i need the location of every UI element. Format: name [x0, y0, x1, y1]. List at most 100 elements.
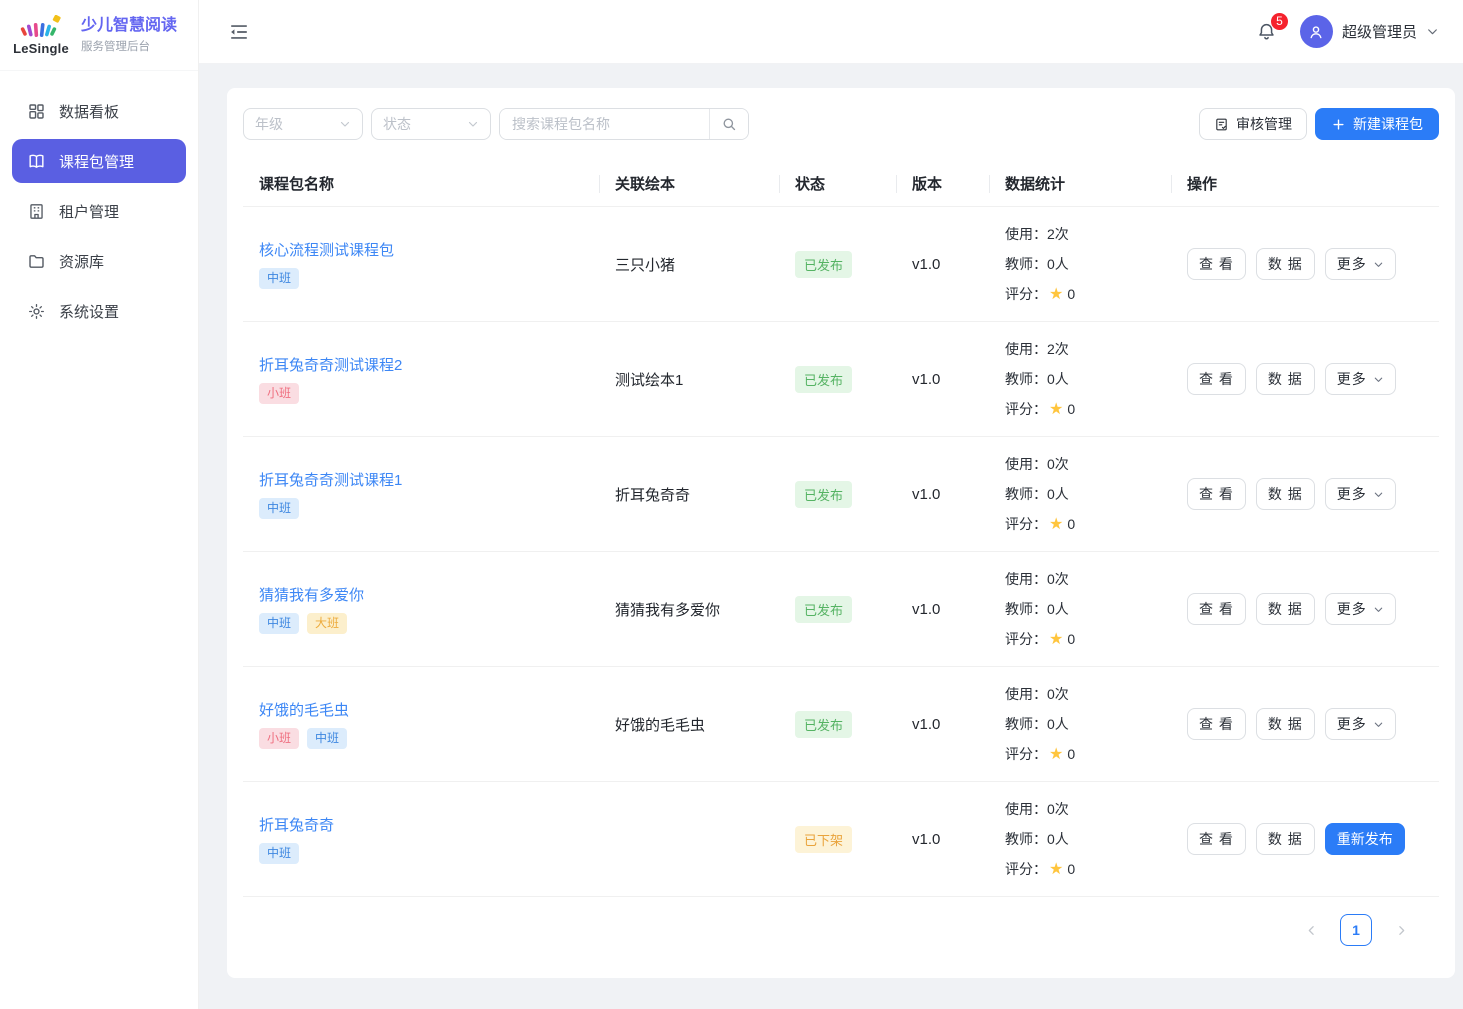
- more-button[interactable]: 更多: [1325, 363, 1396, 395]
- course-package-card: 年级 状态: [227, 88, 1455, 978]
- cell-course-name: 折耳兔奇奇测试课程2 小班: [243, 354, 599, 403]
- more-button[interactable]: 更多: [1325, 248, 1396, 280]
- course-name-link[interactable]: 核心流程测试课程包: [259, 239, 394, 260]
- sidebar-item-book[interactable]: 课程包管理: [12, 139, 186, 183]
- cell-status: 已发布: [779, 711, 896, 738]
- rating-stat: 评分：★0: [1005, 279, 1171, 310]
- view-button[interactable]: 查 看: [1187, 478, 1246, 510]
- chevron-down-icon: [339, 118, 351, 130]
- sidebar: LeSingle 少儿智慧阅读 服务管理后台 数据看板 课程包管理 租户管理 资…: [0, 0, 199, 1009]
- teachers-stat: 教师：0人: [1005, 249, 1171, 279]
- data-button[interactable]: 数 据: [1256, 593, 1315, 625]
- cell-actions: 查 看 数 据 更多: [1171, 478, 1439, 510]
- cell-status: 已下架: [779, 826, 896, 853]
- user-menu[interactable]: 超级管理员: [1300, 15, 1439, 48]
- search-input[interactable]: [500, 109, 709, 139]
- cell-stats: 使用：0次 教师：0人 评分：★0: [989, 679, 1171, 770]
- cell-stats: 使用：0次 教师：0人 评分：★0: [989, 449, 1171, 540]
- search-button[interactable]: [709, 109, 748, 139]
- plus-icon: [1331, 117, 1346, 132]
- sidebar-item-gear[interactable]: 系统设置: [12, 289, 186, 333]
- more-button[interactable]: 更多: [1325, 708, 1396, 740]
- brand-text: 少儿智慧阅读 服务管理后台: [81, 16, 177, 54]
- brand: LeSingle 少儿智慧阅读 服务管理后台: [0, 0, 198, 71]
- status-badge: 已发布: [795, 711, 852, 738]
- table-body: 核心流程测试课程包 中班 三只小猪 已发布 v1.0 使用：2次 教师：0人 评…: [243, 207, 1439, 897]
- col-header-stats: 数据统计: [989, 173, 1171, 194]
- header-right: 5 超级管理员: [1254, 15, 1439, 48]
- cell-stats: 使用：2次 教师：0人 评分：★0: [989, 219, 1171, 310]
- teachers-stat: 教师：0人: [1005, 824, 1171, 854]
- cell-related-book: 好饿的毛毛虫: [599, 714, 779, 735]
- cell-related-book: 折耳兔奇奇: [599, 484, 779, 505]
- notification-bell-icon[interactable]: 5: [1254, 19, 1280, 45]
- col-header-status: 状态: [779, 173, 896, 194]
- data-button[interactable]: 数 据: [1256, 823, 1315, 855]
- cell-status: 已发布: [779, 481, 896, 508]
- table-row: 折耳兔奇奇测试课程2 小班 测试绘本1 已发布 v1.0 使用：2次 教师：0人…: [243, 322, 1439, 437]
- course-name-link[interactable]: 折耳兔奇奇测试课程2: [259, 354, 402, 375]
- data-button[interactable]: 数 据: [1256, 708, 1315, 740]
- rating-stat: 评分：★0: [1005, 394, 1171, 425]
- gear-icon: [26, 301, 46, 321]
- sidebar-menu: 数据看板 课程包管理 租户管理 资源库 系统设置: [0, 71, 198, 333]
- data-button[interactable]: 数 据: [1256, 363, 1315, 395]
- view-button[interactable]: 查 看: [1187, 363, 1246, 395]
- usage-stat: 使用：2次: [1005, 334, 1171, 364]
- star-icon: ★: [1049, 401, 1063, 418]
- cell-course-name: 猜猜我有多爱你 中班大班: [243, 584, 599, 633]
- data-button[interactable]: 数 据: [1256, 478, 1315, 510]
- more-button[interactable]: 更多: [1325, 593, 1396, 625]
- view-button[interactable]: 查 看: [1187, 248, 1246, 280]
- grade-tag: 小班: [259, 728, 299, 748]
- table-row: 猜猜我有多爱你 中班大班 猜猜我有多爱你 已发布 v1.0 使用：0次 教师：0…: [243, 552, 1439, 667]
- grade-tag: 中班: [307, 728, 347, 748]
- sidebar-item-dashboard[interactable]: 数据看板: [12, 89, 186, 133]
- cell-version: v1.0: [896, 831, 989, 848]
- top-header: 5 超级管理员: [199, 0, 1463, 64]
- rating-stat: 评分：★0: [1005, 509, 1171, 540]
- create-button-label: 新建课程包: [1353, 114, 1423, 134]
- cell-stats: 使用：0次 教师：0人 评分：★0: [989, 794, 1171, 885]
- status-select[interactable]: 状态: [371, 108, 491, 140]
- course-name-link[interactable]: 折耳兔奇奇: [259, 814, 334, 835]
- course-name-link[interactable]: 猜猜我有多爱你: [259, 584, 364, 605]
- grade-tags: 中班大班: [259, 613, 599, 633]
- course-name-link[interactable]: 好饿的毛毛虫: [259, 699, 349, 720]
- grade-select-placeholder: 年级: [255, 114, 283, 134]
- menu-fold-icon[interactable]: [225, 18, 253, 46]
- grade-tag: 中班: [259, 613, 299, 633]
- view-button[interactable]: 查 看: [1187, 593, 1246, 625]
- pagination-page-1[interactable]: 1: [1340, 914, 1372, 946]
- teachers-stat: 教师：0人: [1005, 594, 1171, 624]
- chevron-down-icon: [1373, 719, 1384, 730]
- sidebar-item-building[interactable]: 租户管理: [12, 189, 186, 233]
- cell-stats: 使用：0次 教师：0人 评分：★0: [989, 564, 1171, 655]
- republish-button[interactable]: 重新发布: [1325, 823, 1405, 855]
- user-name: 超级管理员: [1342, 21, 1417, 42]
- view-button[interactable]: 查 看: [1187, 823, 1246, 855]
- pagination-prev-icon[interactable]: [1297, 916, 1325, 944]
- more-button[interactable]: 更多: [1325, 478, 1396, 510]
- cell-status: 已发布: [779, 366, 896, 393]
- rating-stat: 评分：★0: [1005, 854, 1171, 885]
- pagination-next-icon[interactable]: [1387, 916, 1415, 944]
- teachers-stat: 教师：0人: [1005, 479, 1171, 509]
- course-name-link[interactable]: 折耳兔奇奇测试课程1: [259, 469, 402, 490]
- notification-badge: 5: [1270, 12, 1289, 31]
- view-button[interactable]: 查 看: [1187, 708, 1246, 740]
- sidebar-item-folder[interactable]: 资源库: [12, 239, 186, 283]
- col-header-book: 关联绘本: [599, 173, 779, 194]
- search-icon: [721, 116, 737, 132]
- status-badge: 已发布: [795, 251, 852, 278]
- building-icon: [26, 201, 46, 221]
- grade-select[interactable]: 年级: [243, 108, 363, 140]
- cell-version: v1.0: [896, 716, 989, 733]
- course-package-table: 课程包名称 关联绘本 状态 版本 数据统计 操作 核心流程测试课程包 中班 三只…: [243, 161, 1439, 897]
- audit-management-button[interactable]: 审核管理: [1199, 108, 1307, 140]
- create-course-package-button[interactable]: 新建课程包: [1315, 108, 1439, 140]
- col-header-actions: 操作: [1171, 173, 1439, 194]
- data-button[interactable]: 数 据: [1256, 248, 1315, 280]
- grade-tags: 小班中班: [259, 728, 599, 748]
- status-badge: 已下架: [795, 826, 852, 853]
